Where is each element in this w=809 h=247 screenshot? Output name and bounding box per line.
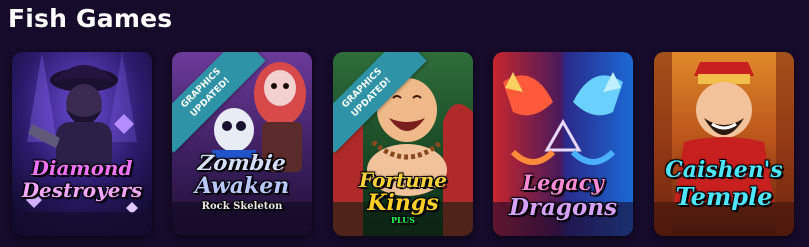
game-title-line1: Caishen's bbox=[665, 157, 783, 183]
game-title-line1: Zombie bbox=[196, 150, 288, 175]
game-carousel: Diamond Destroyers GRAPHICS UPDATED! Zom… bbox=[0, 52, 809, 236]
section-title: Fish Games bbox=[8, 4, 173, 33]
game-card-zombie-awaken[interactable]: GRAPHICS UPDATED! Zombie Awaken Rock Ske… bbox=[172, 52, 312, 236]
game-title-line2: Destroyers bbox=[21, 178, 143, 202]
game-card-caishens-temple[interactable]: Caishen's Temple bbox=[654, 52, 794, 236]
game-title-line2: Kings bbox=[367, 190, 439, 216]
game-title-line1: Diamond bbox=[31, 156, 133, 180]
game-card-legacy-dragons[interactable]: Legacy Dragons bbox=[493, 52, 633, 236]
game-thumbnail-diamond-destroyers bbox=[12, 52, 152, 236]
game-title-line1: Legacy bbox=[522, 170, 604, 195]
game-title-line1: Fortune bbox=[358, 168, 448, 192]
game-subtitle: PLUS bbox=[391, 215, 415, 225]
game-title-line2: Awaken bbox=[194, 173, 290, 199]
game-title-line2: Dragons bbox=[508, 194, 618, 221]
game-card-diamond-destroyers[interactable]: Diamond Destroyers bbox=[12, 52, 152, 236]
game-title-line2: Temple bbox=[675, 182, 773, 211]
game-card-fortune-kings-plus[interactable]: GRAPHICS UPDATED! Fortune Kings PLUS bbox=[333, 52, 473, 236]
game-subtitle: Rock Skeleton bbox=[201, 201, 283, 212]
